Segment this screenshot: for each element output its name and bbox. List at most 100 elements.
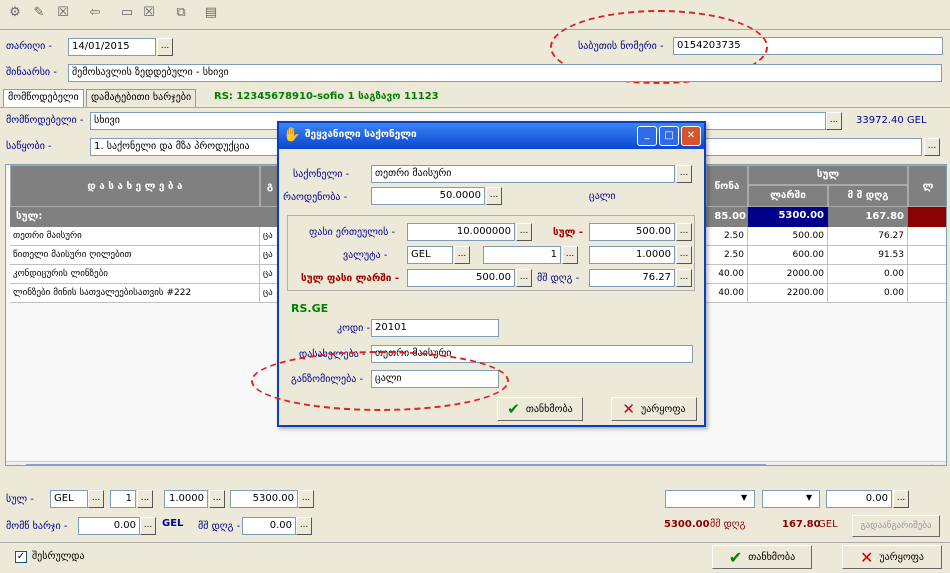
dlg-unit-price-button[interactable]: ... (516, 223, 532, 241)
new-doc-icon[interactable]: ▭ (118, 4, 136, 22)
table-cell-name[interactable]: ლინზები მინის სათვალეებისათვის #222 (10, 284, 260, 303)
dlg-currency-button[interactable]: ... (454, 246, 470, 264)
posted-checkbox[interactable]: ✓ (15, 551, 27, 563)
footer-amount-button[interactable]: ... (298, 490, 314, 508)
dlg-unit-price-field[interactable]: 10.000000 (407, 223, 515, 241)
close-icon: ✕ (622, 400, 635, 418)
date-field[interactable]: 14/01/2015 (68, 38, 156, 56)
table-cell-extra[interactable] (908, 246, 946, 265)
footer-currency-button[interactable]: ... (88, 490, 104, 508)
add-icon[interactable]: ⚙ (6, 4, 24, 22)
ok-button[interactable]: ✔ თანხმობა (712, 545, 812, 569)
dlg-total-lari-button[interactable]: ... (516, 269, 532, 287)
recalculate-button[interactable]: გადაანგარიშება (852, 515, 940, 537)
dlg-total-lari-field[interactable]: 500.00 (407, 269, 515, 287)
posted-label: შესრულდა (32, 551, 85, 562)
dlg-cancel-button[interactable]: ✕ უარყოფა (611, 397, 697, 421)
tab-extra[interactable]: დამატებითი ხარჯები (86, 89, 197, 107)
delete-icon[interactable]: ☒ (54, 4, 72, 22)
col-weight-header[interactable]: წონა (706, 165, 748, 207)
dlg-sum-field[interactable]: 500.00 (589, 223, 675, 241)
table-cell-vat[interactable]: 76.27 (828, 227, 908, 246)
table-cell-weight[interactable]: 2.50 (706, 246, 748, 265)
dlg-ok-label: თანხმობა (525, 403, 573, 415)
dlg-currency-qty-button[interactable]: ... (562, 246, 578, 264)
scroll-right-icon[interactable]: ▶ (932, 463, 940, 465)
dlg-product-field[interactable]: თეთრი მაისური (371, 165, 675, 183)
col-sum-header[interactable]: სულ (748, 165, 908, 185)
table-cell-vat[interactable]: 91.53 (828, 246, 908, 265)
footer-vat-button[interactable]: ... (296, 517, 312, 535)
table-cell-weight[interactable]: 40.00 (706, 265, 748, 284)
supplier-amount: 33972.40 GEL (856, 115, 927, 126)
table-cell-lari[interactable]: 2000.00 (748, 265, 828, 284)
extra-cost-field[interactable]: 0.00 (78, 517, 140, 535)
dlg-sum-button[interactable]: ... (676, 223, 692, 241)
copy-icon[interactable]: ⧉ (172, 4, 190, 22)
col-lari-header[interactable]: ლარში (748, 185, 828, 207)
chevron-down-icon[interactable]: ▼ (806, 493, 812, 502)
back-icon[interactable]: ⇦ (86, 4, 104, 22)
cancel-button[interactable]: ✕ უარყოფა (842, 545, 942, 569)
edit-icon[interactable]: ✎ (30, 4, 48, 22)
extra-cost-button[interactable]: ... (140, 517, 156, 535)
dlg-product-button[interactable]: ... (676, 165, 692, 183)
footer-qty-field[interactable]: 1 (110, 490, 136, 508)
table-cell-vat[interactable]: 0.00 (828, 284, 908, 303)
table-cell-weight[interactable]: 40.00 (706, 284, 748, 303)
table-cell-extra[interactable] (908, 265, 946, 284)
table-cell-name[interactable]: თეთრი მაისური (10, 227, 260, 246)
footer-vat-field[interactable]: 0.00 (242, 517, 296, 535)
dlg-vat-field[interactable]: 76.27 (589, 269, 675, 287)
footer-currency-field[interactable]: GEL (50, 490, 88, 508)
scroll-thumb[interactable] (26, 464, 766, 465)
dlg-sum-label: სულ - (553, 227, 583, 238)
col-name-header[interactable]: დ ა ს ა ხ ე ლ ე ბ ა (10, 165, 260, 207)
table-cell-lari[interactable]: 2200.00 (748, 284, 828, 303)
dlg-total-lari-label: სულ ფასი ლარში - (301, 273, 399, 284)
dlg-currency-rate-button[interactable]: ... (676, 246, 692, 264)
table-cell-weight[interactable]: 2.50 (706, 227, 748, 246)
print-icon[interactable]: ▤ (202, 4, 220, 22)
scroll-left-icon[interactable]: ◀ (10, 463, 18, 465)
dlg-currency-field[interactable]: GEL (407, 246, 453, 264)
maximize-icon[interactable]: □ (659, 126, 679, 146)
dialog-titlebar[interactable]: ✋ შეყვანილი საქონელი _ □ ✕ (279, 123, 704, 149)
col-extra-header[interactable]: ლ (908, 165, 946, 207)
close-icon[interactable]: ✕ (681, 126, 701, 146)
footer-right-button[interactable]: ... (893, 490, 909, 508)
footer-rate-field[interactable]: 1.0000 (164, 490, 208, 508)
toolbar: ⚙ ✎ ☒ ⇦ ▭ ☒ ⧉ ▤ (0, 0, 950, 30)
dlg-cancel-label: უარყოფა (640, 403, 686, 415)
col-vat-header[interactable]: მ შ დღგ (828, 185, 908, 207)
footer-rate-button[interactable]: ... (209, 490, 225, 508)
table-cell-vat[interactable]: 0.00 (828, 265, 908, 284)
minimize-icon[interactable]: _ (637, 126, 657, 146)
note-field[interactable]: შემოსავლის ზედდებული - სხივი (68, 64, 942, 82)
tab-supplier[interactable]: მომწოდებელი (3, 89, 84, 107)
dlg-qty-button[interactable]: ... (486, 187, 502, 205)
footer-right-field[interactable]: 0.00 (826, 490, 892, 508)
table-cell-name[interactable]: წითელი მაისური ღილებით (10, 246, 260, 265)
table-cell-lari[interactable]: 500.00 (748, 227, 828, 246)
chevron-down-icon[interactable]: ▼ (741, 493, 747, 502)
footer-qty-button[interactable]: ... (137, 490, 153, 508)
dlg-qty-field[interactable]: 50.0000 (371, 187, 485, 205)
dlg-vat-button[interactable]: ... (676, 269, 692, 287)
table-cell-extra[interactable] (908, 284, 946, 303)
check-icon: ✔ (507, 400, 520, 418)
dlg-code-field[interactable]: 20101 (371, 319, 499, 337)
date-picker-button[interactable]: ... (157, 38, 173, 56)
footer-amount-field[interactable]: 5300.00 (230, 490, 298, 508)
cancel-doc-icon[interactable]: ☒ (140, 4, 158, 22)
dlg-ok-button[interactable]: ✔ თანხმობა (497, 397, 583, 421)
table-cell-lari[interactable]: 600.00 (748, 246, 828, 265)
table-cell-name[interactable]: კონდიცურის ლინზები (10, 265, 260, 284)
horizontal-scrollbar[interactable]: ◀ ▶ (6, 461, 946, 465)
table-cell-extra[interactable] (908, 227, 946, 246)
item-dialog[interactable]: ✋ შეყვანილი საქონელი _ □ ✕ საქონელი - თე… (251, 121, 706, 427)
warehouse-picker-button[interactable]: ... (924, 138, 940, 156)
supplier-picker-button[interactable]: ... (826, 112, 842, 130)
dlg-currency-rate-field[interactable]: 1.0000 (589, 246, 675, 264)
dlg-currency-qty-field[interactable]: 1 (483, 246, 561, 264)
